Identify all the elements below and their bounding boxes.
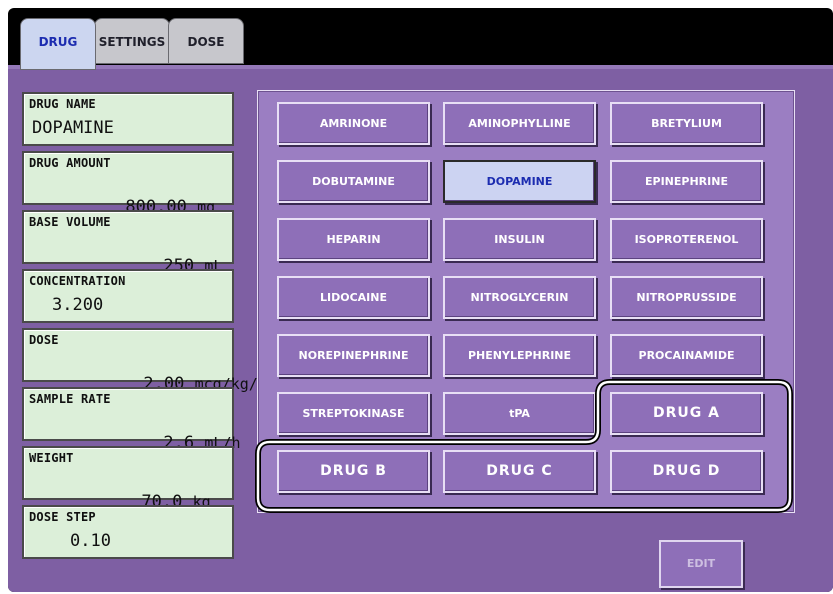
info-label: CONCENTRATION: [29, 274, 126, 288]
info-drug-amount: DRUG AMOUNT 800.00 mg: [22, 151, 234, 217]
info-label: DRUG NAME: [29, 97, 96, 111]
drug-button-tpa[interactable]: tPA: [443, 392, 596, 435]
drug-button-lidocaine[interactable]: LIDOCAINE: [277, 276, 430, 319]
drug-button-bretylium[interactable]: BRETYLIUM: [610, 102, 763, 145]
drug-button-procainamide[interactable]: PROCAINAMIDE: [610, 334, 763, 377]
info-label: DOSE STEP: [29, 510, 96, 524]
drug-button-isoproterenol[interactable]: ISOPROTERENOL: [610, 218, 763, 261]
drug-button-heparin[interactable]: HEPARIN: [277, 218, 430, 261]
panel-top-strip: [8, 65, 833, 69]
drug-button-nitroprusside[interactable]: NITROPRUSSIDE: [610, 276, 763, 319]
device-screen: DRUG SETTINGS DOSE DRUG NAME DOPAMINE DR…: [8, 8, 833, 592]
info-label: DOSE: [29, 333, 59, 347]
info-concentration: CONCENTRATION 3.200: [22, 269, 234, 323]
info-value: DOPAMINE: [32, 118, 114, 138]
info-value: 0.10: [70, 531, 111, 551]
info-value: 3.200: [52, 295, 104, 315]
info-dose: DOSE 2.00 mcg/kg/min: [22, 328, 285, 394]
drug-button-drug-d[interactable]: DRUG D: [610, 450, 763, 493]
info-drug-name: DRUG NAME DOPAMINE: [22, 92, 234, 146]
drug-button-streptokinase[interactable]: STREPTOKINASE: [277, 392, 430, 435]
info-sample-rate: SAMPLE RATE 2.6 mL/h: [22, 387, 241, 453]
info-label: WEIGHT: [29, 451, 74, 465]
drug-button-dobutamine[interactable]: DOBUTAMINE: [277, 160, 430, 203]
drug-button-epinephrine[interactable]: EPINEPHRINE: [610, 160, 763, 203]
info-base-volume: BASE VOLUME 250 mL: [22, 210, 234, 276]
drug-button-dopamine[interactable]: DOPAMINE: [443, 160, 596, 203]
drug-button-amrinone[interactable]: AMRINONE: [277, 102, 430, 145]
tab-drug[interactable]: DRUG: [20, 18, 96, 70]
drug-button-phenylephrine[interactable]: PHENYLEPHRINE: [443, 334, 596, 377]
drug-button-drug-b[interactable]: DRUG B: [277, 450, 430, 493]
drug-button-aminophylline[interactable]: AMINOPHYLLINE: [443, 102, 596, 145]
drug-button-drug-a[interactable]: DRUG A: [610, 392, 763, 435]
drug-button-drug-c[interactable]: DRUG C: [443, 450, 596, 493]
tab-settings[interactable]: SETTINGS: [94, 18, 170, 64]
info-dose-step: DOSE STEP 0.10: [22, 505, 234, 559]
tab-dose[interactable]: DOSE: [168, 18, 244, 64]
drug-button-insulin[interactable]: INSULIN: [443, 218, 596, 261]
edit-button[interactable]: EDIT: [659, 540, 743, 588]
drug-button-norepinephrine[interactable]: NOREPINEPHRINE: [277, 334, 430, 377]
info-label: SAMPLE RATE: [29, 392, 111, 406]
drug-button-nitroglycerin[interactable]: NITROGLYCERIN: [443, 276, 596, 319]
info-weight: WEIGHT 70.0 kg: [22, 446, 234, 512]
info-label: BASE VOLUME: [29, 215, 111, 229]
info-label: DRUG AMOUNT: [29, 156, 111, 170]
